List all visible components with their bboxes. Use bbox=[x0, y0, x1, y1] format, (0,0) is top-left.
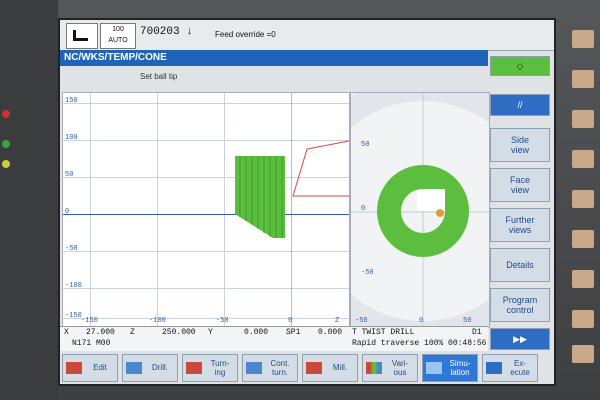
status-led-green bbox=[2, 140, 10, 148]
drill-softkey[interactable]: Drill. bbox=[122, 354, 178, 382]
control-panel-left bbox=[0, 0, 58, 400]
slash-icon: // bbox=[517, 100, 523, 110]
x-tick: -50 bbox=[355, 317, 368, 325]
cycle-start-softkey[interactable]: ◇ bbox=[490, 56, 550, 76]
status-message: Feed override =0 bbox=[215, 30, 276, 39]
diamond-icon: ◇ bbox=[516, 61, 524, 71]
tool-name: T TWIST DRILL bbox=[352, 328, 415, 337]
x-label: X bbox=[64, 328, 69, 337]
execute-label: Ex- ecute bbox=[510, 359, 530, 377]
spindle-value: 0.000 bbox=[318, 328, 343, 337]
mill-label: Mill. bbox=[332, 363, 348, 372]
y-tick: -50 bbox=[361, 269, 374, 277]
z-value: 250.000 bbox=[162, 328, 196, 337]
program-number-value: 700203 bbox=[140, 26, 180, 38]
execute-softkey[interactable]: Ex- ecute bbox=[482, 354, 538, 382]
mill-icon bbox=[306, 362, 322, 374]
contour-icon bbox=[246, 362, 262, 374]
bezel-button-6[interactable] bbox=[572, 230, 594, 248]
drill-label: Drill. bbox=[152, 363, 168, 372]
face-view-graph: 50 0 -50 -50 0 50 bbox=[350, 92, 490, 328]
parallel-softkey[interactable]: // bbox=[490, 94, 550, 116]
turning-label: Turn- ing bbox=[210, 359, 230, 377]
status-led-red bbox=[2, 110, 10, 118]
bezel-button-7[interactable] bbox=[572, 270, 594, 288]
various-icon bbox=[366, 362, 382, 374]
cnc-screen: 100 AUTO 700203 ↓ Feed override =0 NC/WK… bbox=[58, 18, 556, 386]
further-views-softkey[interactable]: Further views bbox=[490, 208, 550, 242]
various-label: Vari- ous bbox=[391, 359, 409, 377]
bezel-button-5[interactable] bbox=[572, 190, 594, 208]
execute-icon bbox=[486, 362, 502, 374]
drill-icon bbox=[126, 362, 142, 374]
z-label: Z bbox=[130, 328, 135, 337]
bezel-button-8[interactable] bbox=[572, 310, 594, 328]
details-softkey[interactable]: Details bbox=[490, 248, 550, 282]
status-led-yellow bbox=[2, 160, 10, 168]
arrow-down-icon: ↓ bbox=[186, 26, 193, 38]
nc-block: N171 M00 bbox=[72, 339, 111, 348]
y-value: 0.000 bbox=[244, 328, 269, 337]
mill-softkey[interactable]: Mill. bbox=[302, 354, 358, 382]
contour-turning-softkey[interactable]: Cont. turn. bbox=[242, 354, 298, 382]
position-readout: X 27.000 Z 250.000 Y 0.000 SP1 0.000 T T… bbox=[60, 326, 488, 351]
face-view-softkey[interactable]: Face view bbox=[490, 168, 550, 202]
edit-icon bbox=[66, 362, 82, 374]
status-bar: 100 AUTO 700203 ↓ Feed override =0 bbox=[60, 20, 554, 51]
side-view-softkey[interactable]: Side view bbox=[490, 128, 550, 162]
x-tick: 0 bbox=[419, 317, 424, 325]
more-softkey[interactable]: ▶▶ bbox=[490, 328, 550, 350]
y-tick: 50 bbox=[361, 141, 370, 149]
workpiece-profile bbox=[235, 140, 349, 238]
side-view-graph: 150 100 50 0 -50 -100 -150 -150 -100 -50… bbox=[62, 92, 350, 328]
program-path: NC/WKS/TEMP/CONE bbox=[60, 50, 488, 66]
simulation-label: Simu- lation bbox=[449, 359, 471, 377]
spindle-label: SP1 bbox=[286, 328, 301, 337]
program-number: 700203 ↓ bbox=[140, 26, 193, 38]
bezel-button-1[interactable] bbox=[572, 30, 594, 48]
edit-label: Edit bbox=[93, 363, 107, 372]
double-arrow-icon: ▶▶ bbox=[513, 334, 527, 344]
simulation-softkey[interactable]: Simu- lation bbox=[422, 354, 478, 382]
x-tick: 50 bbox=[463, 317, 472, 325]
channel-icon bbox=[66, 23, 98, 49]
x-value: 27.000 bbox=[86, 328, 115, 337]
simulation-icon bbox=[426, 362, 442, 374]
bezel-button-9[interactable] bbox=[572, 345, 594, 363]
mode-indicator: 100 AUTO bbox=[100, 23, 136, 49]
program-control-softkey[interactable]: Program control bbox=[490, 288, 550, 322]
operation-title: Set ball tip bbox=[140, 72, 178, 81]
turning-softkey[interactable]: Turn- ing bbox=[182, 354, 238, 382]
contour-label: Cont. turn. bbox=[270, 359, 290, 377]
various-softkey[interactable]: Vari- ous bbox=[362, 354, 418, 382]
face-view-drawing bbox=[351, 93, 489, 327]
bezel-button-3[interactable] bbox=[572, 110, 594, 128]
edit-softkey[interactable]: Edit bbox=[62, 354, 118, 382]
bezel-button-2[interactable] bbox=[572, 70, 594, 88]
y-tick: 0 bbox=[361, 205, 366, 213]
rapid-traverse-status: Rapid traverse 100% 00:48:56 bbox=[352, 339, 487, 348]
turning-icon bbox=[186, 362, 202, 374]
mode-bottom: AUTO bbox=[108, 37, 128, 44]
bezel-button-4[interactable] bbox=[572, 150, 594, 168]
mode-top: 100 bbox=[112, 26, 124, 33]
y-label: Y bbox=[208, 328, 213, 337]
tool-offset: D1 bbox=[472, 328, 482, 337]
